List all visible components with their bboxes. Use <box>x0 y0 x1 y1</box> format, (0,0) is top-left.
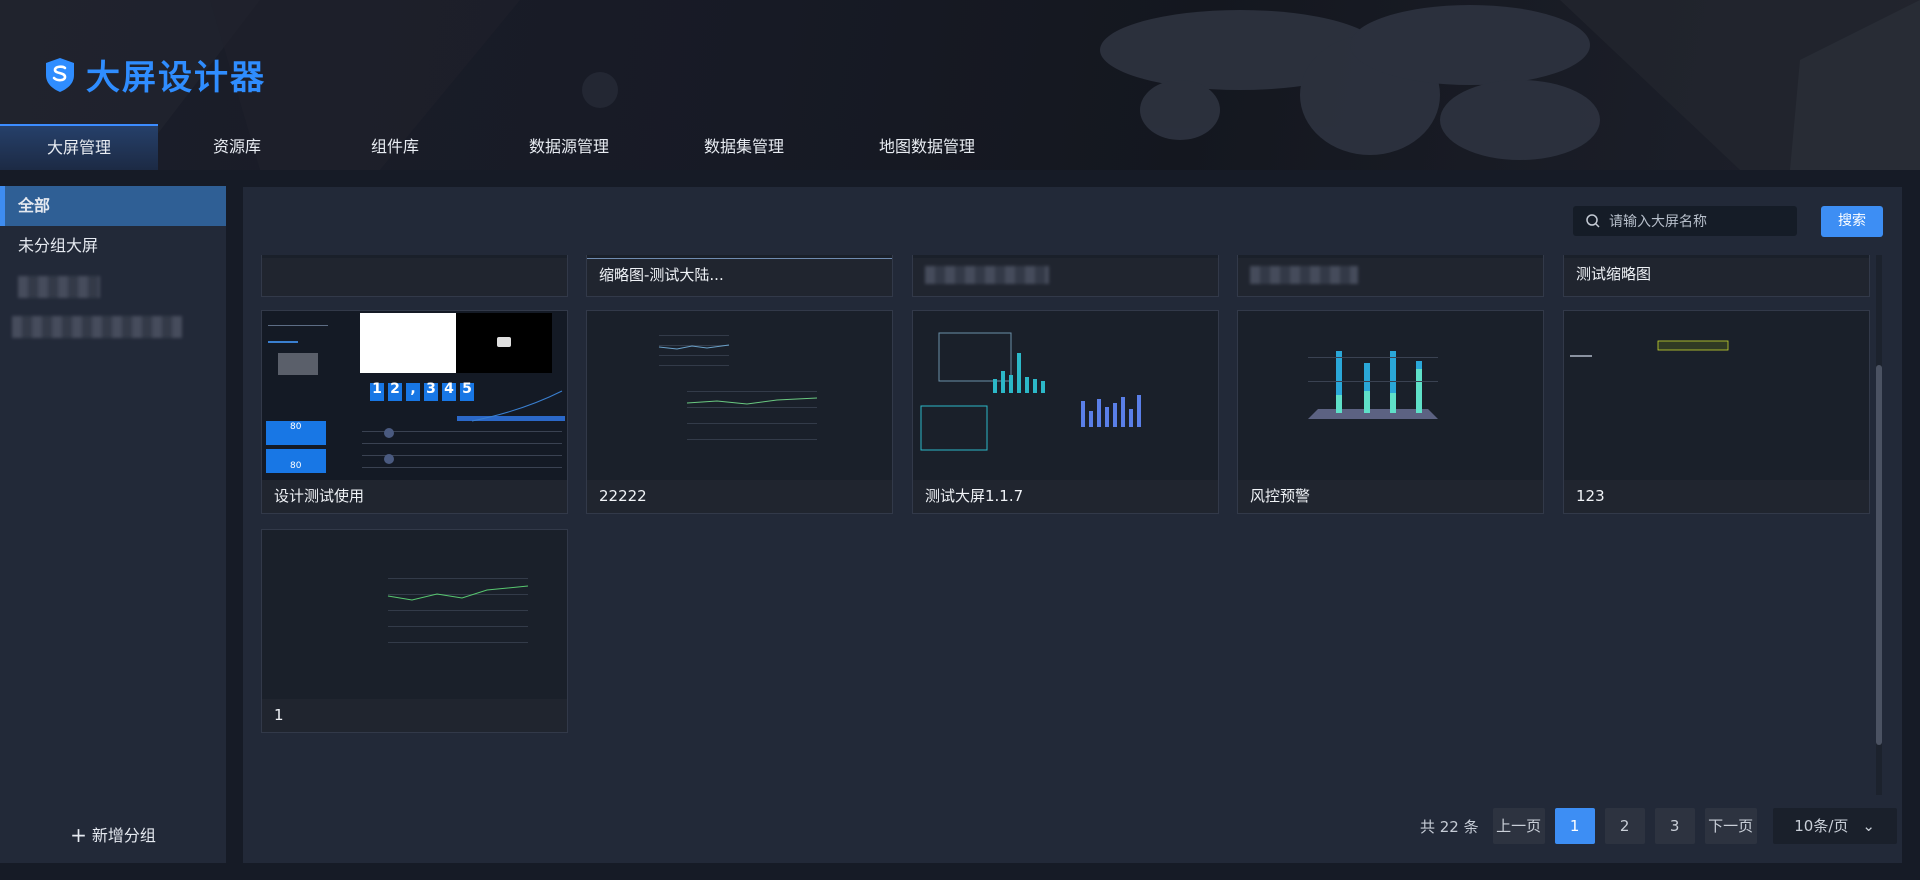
tab-screen-management[interactable]: 大屏管理 <box>0 124 158 170</box>
kpi-value: 80 <box>290 422 302 432</box>
prev-page-button[interactable]: 上一页 <box>1492 808 1545 844</box>
card-thumbnail <box>1564 311 1869 480</box>
screen-card[interactable]: 1 2 , 3 4 5 80 80 设计测试使用 <box>261 310 568 514</box>
search-button[interactable]: 搜索 <box>1821 206 1883 237</box>
thumbnail-preview <box>658 335 818 440</box>
card-thumbnail <box>587 311 892 480</box>
card-name: 22222 <box>599 487 647 505</box>
group-sidebar: 全部 未分组大屏 + 新增分组 <box>0 186 226 863</box>
tab-map-data-management[interactable]: 地图数据管理 <box>824 124 1030 170</box>
tab-resource-library[interactable]: 资源库 <box>158 124 316 170</box>
screen-card-grid: 缩略图-测试大陆... 测试缩略图 1 2 , 3 4 5 80 80 设计测试… <box>261 255 1873 795</box>
card-name: 设计测试使用 <box>274 487 365 505</box>
digit: 1 <box>372 381 382 397</box>
card-thumbnail: 1 2 , 3 4 5 80 80 <box>262 311 567 480</box>
total-count: 共 22 条 <box>1420 817 1479 836</box>
thumbnail-preview <box>387 578 529 643</box>
bottom-bar <box>0 863 1920 880</box>
screen-card[interactable] <box>261 255 568 297</box>
card-name <box>1238 258 1543 291</box>
card-name: 风控预警 <box>1250 487 1311 505</box>
shield-logo-icon <box>46 57 74 92</box>
sidebar-item-all[interactable]: 全部 <box>0 186 226 226</box>
card-thumbnail <box>1238 311 1543 480</box>
app-logo: 大屏设计器 <box>44 50 266 99</box>
app-title: 大屏设计器 <box>86 58 266 98</box>
card-thumbnail <box>1564 255 1869 258</box>
card-name: 1 <box>274 706 284 724</box>
add-group-label: 新增分组 <box>91 826 156 845</box>
digit: 3 <box>426 381 436 397</box>
screen-card[interactable]: 22222 <box>586 310 893 514</box>
card-name: 测试缩略图 <box>1576 265 1652 283</box>
search-field[interactable] <box>1573 206 1797 236</box>
card-thumbnail <box>262 530 567 699</box>
header: 大屏设计器 大屏管理 资源库 组件库 数据源管理 数据集管理 地图数据管理 <box>0 0 1920 170</box>
pagination: 共 22 条 上一页 1 2 3 下一页 10条/页 ⌄ <box>1420 808 1897 844</box>
search-input[interactable] <box>1607 212 1796 230</box>
card-name: 测试大屏1.1.7 <box>925 487 1024 505</box>
page-button-3[interactable]: 3 <box>1654 808 1695 844</box>
sidebar-item-ungrouped[interactable]: 未分组大屏 <box>0 226 226 266</box>
tab-datasource-management[interactable]: 数据源管理 <box>474 124 664 170</box>
screen-card[interactable]: 风控预警 <box>1237 310 1544 514</box>
screen-card[interactable]: 缩略图-测试大陆... <box>586 255 893 297</box>
sidebar-item-blurred-1[interactable] <box>0 266 226 306</box>
digit: 5 <box>462 381 472 397</box>
redacted-label <box>925 265 1049 284</box>
add-group-button[interactable]: + 新增分组 <box>0 819 226 851</box>
screen-card[interactable]: 测试大屏1.1.7 <box>912 310 1219 514</box>
card-name <box>262 258 567 291</box>
card-name: 缩略图-测试大陆... <box>599 266 724 284</box>
page-size-value: 10条/页 <box>1794 817 1849 835</box>
screen-card[interactable] <box>1237 255 1544 297</box>
card-thumbnail <box>913 255 1218 258</box>
thumbnail-preview <box>1570 340 1729 357</box>
sidebar-item-blurred-2[interactable] <box>0 306 226 346</box>
tab-dataset-management[interactable]: 数据集管理 <box>664 124 824 170</box>
scrollbar-thumb[interactable] <box>1876 365 1882 745</box>
redacted-label <box>1250 265 1358 284</box>
top-nav: 大屏管理 资源库 组件库 数据源管理 数据集管理 地图数据管理 <box>0 124 1030 170</box>
digit: , <box>410 381 416 397</box>
chevron-down-icon: ⌄ <box>1862 817 1875 835</box>
digit: 4 <box>444 381 454 397</box>
plus-icon: + <box>70 823 87 847</box>
tab-component-library[interactable]: 组件库 <box>316 124 474 170</box>
screen-card[interactable]: 1 <box>261 529 568 733</box>
screen-list-panel: 搜索 缩略图-测试大陆... 测试缩略图 <box>243 187 1902 863</box>
search-icon <box>1586 214 1600 228</box>
card-name: 123 <box>1576 487 1605 505</box>
card-thumbnail <box>587 255 892 259</box>
card-thumbnail <box>1238 255 1543 258</box>
digit: 2 <box>390 381 400 397</box>
page-button-1[interactable]: 1 <box>1554 808 1595 844</box>
thumbnail-preview <box>920 332 1141 451</box>
thumbnail-preview <box>1308 351 1438 419</box>
page-size-select[interactable]: 10条/页 ⌄ <box>1772 808 1897 844</box>
grid-scrollbar[interactable] <box>1876 255 1882 795</box>
screen-card[interactable] <box>912 255 1219 297</box>
card-name <box>913 258 1218 291</box>
kpi-value: 80 <box>290 461 302 471</box>
redacted-label <box>18 275 100 298</box>
thumb-digits: 1 2 , 3 4 5 <box>370 381 474 397</box>
screen-card[interactable]: 123 <box>1563 310 1870 514</box>
screen-card[interactable]: 测试缩略图 <box>1563 255 1870 297</box>
redacted-label <box>12 315 182 338</box>
next-page-button[interactable]: 下一页 <box>1704 808 1757 844</box>
card-thumbnail <box>262 255 567 258</box>
page-button-2[interactable]: 2 <box>1604 808 1645 844</box>
card-thumbnail <box>913 311 1218 480</box>
